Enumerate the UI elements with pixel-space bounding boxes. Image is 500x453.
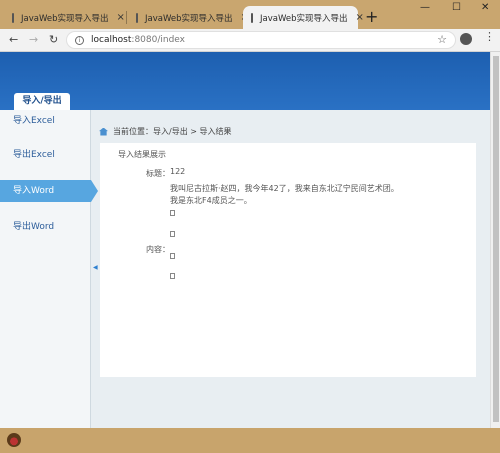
url-path: :8080/index — [131, 35, 185, 45]
page-icon — [251, 12, 253, 23]
window-close-button[interactable]: ✕ — [481, 2, 489, 13]
page-icon — [136, 12, 138, 23]
broken-image-icon — [170, 273, 175, 279]
browser-tab-2[interactable]: JavaWeb实现导入导出 × — [128, 6, 249, 29]
minimize-button[interactable]: — — [420, 2, 430, 13]
content-label: 内容： — [146, 245, 170, 254]
header-tab-import-export[interactable]: 导入/导出 — [14, 93, 70, 110]
app-icon[interactable] — [7, 433, 21, 447]
url-input[interactable]: i localhost:8080/index ☆ — [66, 31, 456, 49]
broken-image-icon — [170, 253, 175, 259]
panel-title: 导入结果展示 — [118, 150, 166, 159]
home-icon — [99, 127, 108, 136]
close-icon[interactable]: × — [109, 12, 125, 23]
taskbar — [0, 428, 500, 453]
browser-tab-1[interactable]: JavaWeb实现导入导出 × — [4, 6, 125, 29]
breadcrumb: 当前位置：导入/导出 > 导入结果 — [99, 126, 231, 137]
browser-tab-strip: JavaWeb实现导入导出 × JavaWeb实现导入导出 × JavaWeb实… — [0, 0, 500, 29]
title-label: 标题： — [146, 169, 170, 178]
breadcrumb-text: 当前位置：导入/导出 > 导入结果 — [113, 127, 232, 136]
web-page: 导入/导出 导入Excel 导出Excel 导入Word 导出Word ◀ 当前… — [0, 52, 490, 428]
back-icon[interactable]: ← — [9, 33, 18, 46]
account-icon[interactable] — [460, 33, 472, 45]
forward-icon[interactable]: → — [29, 33, 38, 46]
import-result-panel: 导入结果展示 标题： 122 我叫尼古拉斯·赵四，我今年42了，我来自东北辽宁民… — [100, 143, 476, 377]
close-icon[interactable]: × — [348, 12, 364, 23]
tab-title: JavaWeb实现导入导出 — [21, 13, 109, 24]
sidebar-item-import-excel[interactable]: 导入Excel — [0, 110, 91, 132]
content-line-2: 我是东北F4成员之一。 — [170, 196, 252, 205]
broken-image-icon — [170, 231, 175, 237]
sidebar: 导入Excel 导出Excel 导入Word 导出Word — [0, 110, 98, 428]
content-line-1: 我叫尼古拉斯·赵四，我今年42了，我来自东北辽宁民间艺术团。 — [170, 184, 399, 193]
bookmark-star-icon[interactable]: ☆ — [437, 33, 447, 46]
info-icon[interactable]: i — [75, 35, 84, 45]
title-value: 122 — [170, 167, 186, 176]
tab-title: JavaWeb实现导入导出 — [145, 13, 233, 24]
maximize-button[interactable]: ☐ — [452, 2, 461, 13]
browser-tab-3[interactable]: JavaWeb实现导入导出 × — [243, 6, 364, 29]
reload-icon[interactable]: ↻ — [49, 33, 58, 46]
broken-image-icon — [170, 210, 175, 216]
sidebar-item-import-word[interactable]: 导入Word — [0, 180, 98, 202]
page-icon — [12, 12, 14, 23]
collapse-sidebar-icon[interactable]: ◀ — [93, 264, 98, 271]
tab-title: JavaWeb实现导入导出 — [260, 13, 348, 24]
page-scrollbar[interactable] — [490, 52, 500, 428]
header-banner: 导入/导出 — [0, 52, 490, 110]
menu-icon[interactable]: ⋮ — [484, 31, 495, 42]
url-host: localhost — [91, 35, 132, 45]
sidebar-item-export-excel[interactable]: 导出Excel — [0, 144, 91, 166]
sidebar-item-export-word[interactable]: 导出Word — [0, 216, 91, 238]
scrollbar-thumb[interactable] — [493, 56, 499, 422]
new-tab-button[interactable]: + — [365, 7, 378, 26]
address-bar: ← → ↻ i localhost:8080/index ☆ — [0, 29, 500, 52]
